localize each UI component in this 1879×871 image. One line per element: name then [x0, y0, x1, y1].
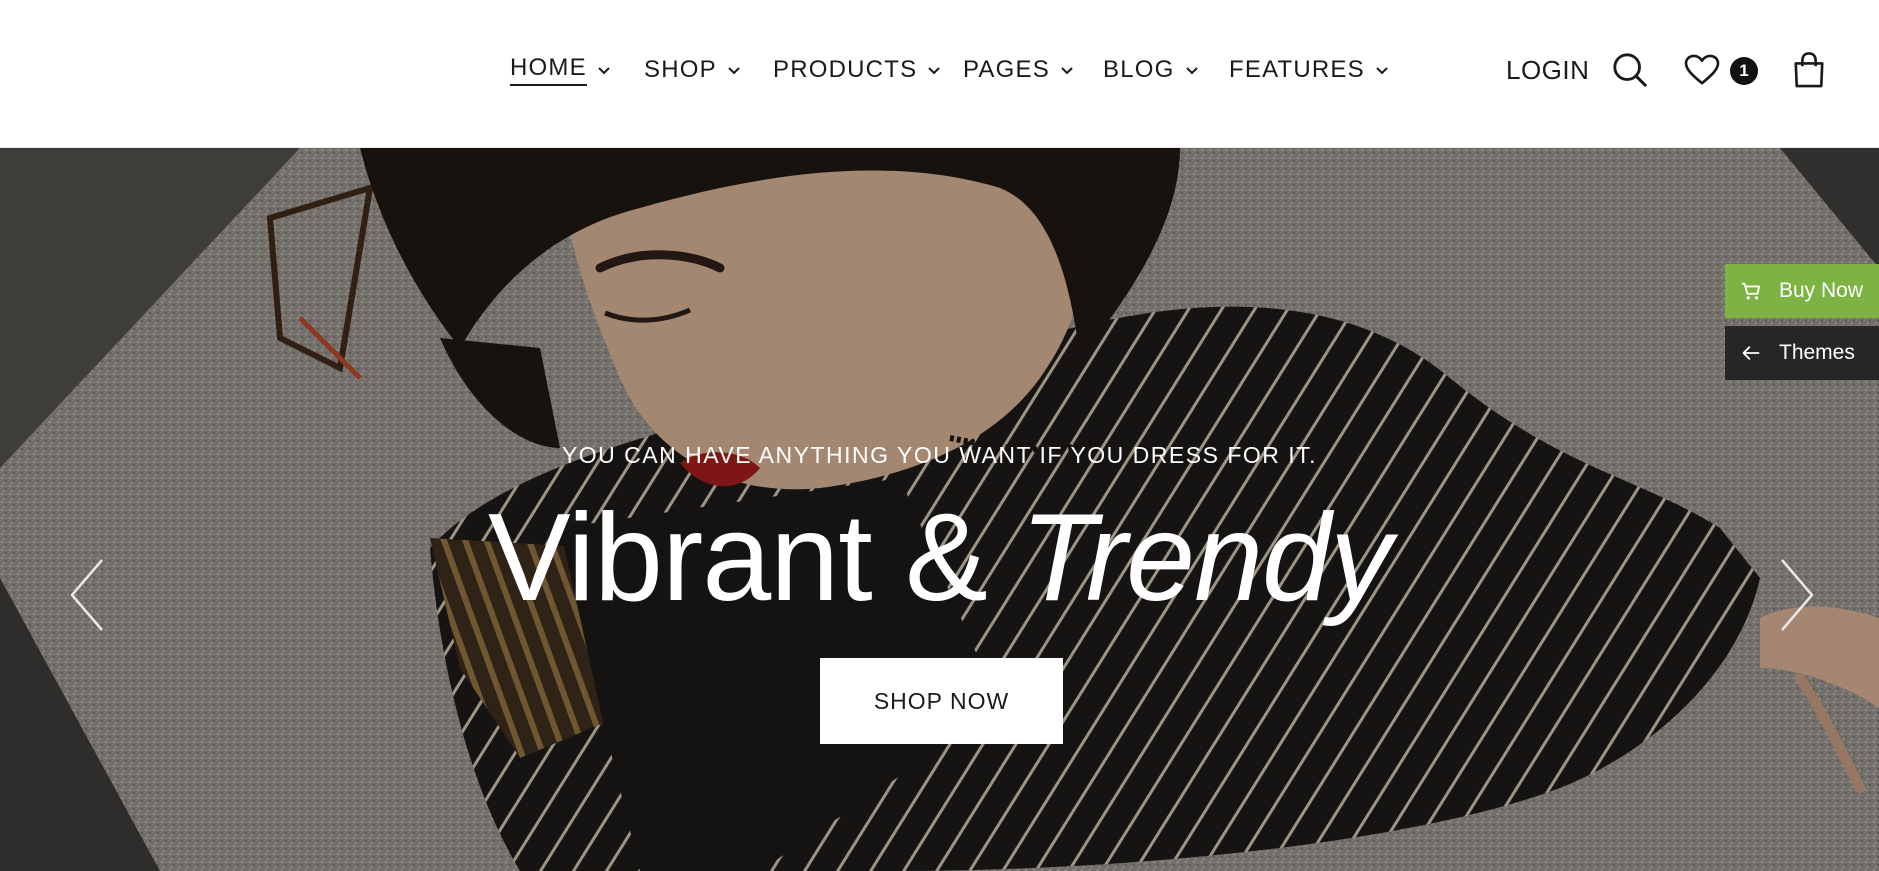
login-link[interactable]: LOGIN [1506, 52, 1589, 88]
chevron-down-icon [597, 63, 611, 77]
nav-item-blog[interactable]: BLOG [1103, 52, 1199, 88]
buy-now-label: Buy Now [1779, 279, 1864, 302]
nav-item-home[interactable]: HOME [510, 52, 611, 88]
themes-label: Themes [1779, 341, 1855, 364]
site-header: HOME SHOP PRODUCTS PAGES BLOG FEATURES L… [0, 0, 1879, 148]
chevron-down-icon [1185, 63, 1199, 77]
nav-item-features[interactable]: FEATURES [1229, 52, 1389, 88]
slider-next-arrow-icon[interactable] [1776, 558, 1816, 632]
headline-part-1: Vibrant & [488, 489, 1021, 627]
themes-button[interactable]: Themes [1725, 326, 1879, 380]
shopping-bag-icon[interactable] [1790, 50, 1828, 90]
nav-item-label: HOME [510, 54, 587, 86]
hero-tagline: YOU CAN HAVE ANYTHING YOU WANT IF YOU DR… [561, 442, 1318, 468]
arrow-left-icon [1739, 341, 1763, 365]
chevron-down-icon [927, 63, 941, 77]
nav-item-shop[interactable]: SHOP [644, 52, 741, 88]
buy-now-button[interactable]: Buy Now [1725, 264, 1879, 318]
nav-item-label: FEATURES [1229, 56, 1365, 83]
hero-slider: YOU CAN HAVE ANYTHING YOU WANT IF YOU DR… [0, 148, 1879, 871]
nav-item-label: PRODUCTS [773, 56, 918, 83]
slider-prev-arrow-icon[interactable] [68, 558, 108, 632]
heart-icon[interactable] [1683, 52, 1721, 88]
nav-item-pages[interactable]: PAGES [963, 52, 1074, 88]
wishlist-count-badge: 1 [1730, 57, 1758, 85]
chevron-down-icon [1375, 63, 1389, 77]
nav-item-label: SHOP [644, 56, 717, 83]
hero-headline: Vibrant & Trendy [0, 488, 1879, 628]
search-icon[interactable] [1610, 50, 1650, 90]
chevron-down-icon [727, 63, 741, 77]
nav-item-products[interactable]: PRODUCTS [773, 52, 941, 88]
cart-icon [1739, 279, 1763, 303]
chevron-down-icon [1060, 63, 1074, 77]
nav-item-label: PAGES [963, 56, 1050, 83]
nav-item-label: BLOG [1103, 56, 1175, 83]
headline-part-2: Trendy [1020, 489, 1392, 627]
shop-now-button[interactable]: SHOP NOW [820, 658, 1063, 744]
